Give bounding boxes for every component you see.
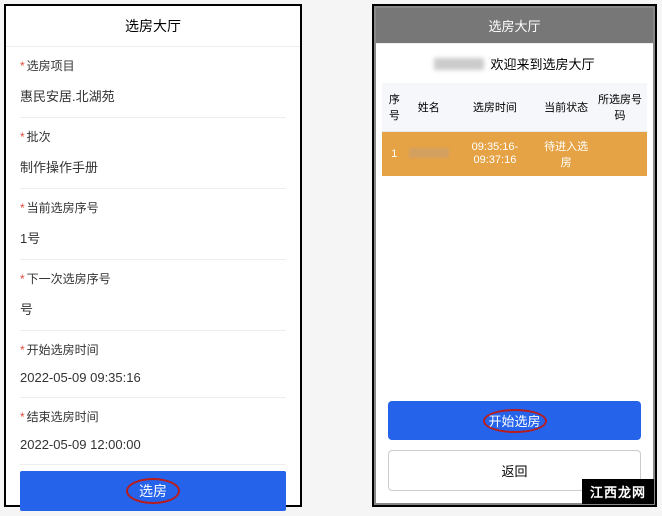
spacer [376, 176, 653, 401]
required-icon: * [20, 410, 25, 424]
required-icon: * [20, 130, 25, 144]
left-phone-frame: 选房大厅 *选房项目 惠民安居.北湖苑 *批次 制作操作手册 *当前选房序号 1… [4, 4, 302, 507]
required-icon: * [20, 59, 25, 73]
cell-time: 09:35:16-09:37:16 [451, 132, 539, 177]
table-row: 1 09:35:16-09:37:16 待进入选房 [382, 132, 647, 177]
field-label: *开始选房时间 [20, 341, 286, 358]
right-header-title: 选房大厅 [376, 8, 653, 44]
th-name: 姓名 [407, 83, 451, 132]
left-header-title: 选房大厅 [6, 6, 300, 47]
field-value: 惠民安居.北湖苑 [20, 86, 286, 111]
field-value: 制作操作手册 [20, 157, 286, 182]
field-end-time: *结束选房时间 2022-05-09 12:00:00 [20, 398, 286, 465]
cell-room [593, 132, 647, 177]
table-header: 序号 姓名 选房时间 当前状态 所选房号码 [382, 83, 647, 132]
right-inner: 选房大厅 欢迎来到选房大厅 序号 姓名 选房时间 当前状态 所选房号码 1 [376, 8, 653, 503]
field-value: 1号 [20, 228, 286, 253]
blurred-username [434, 58, 484, 70]
button-label: 返回 [501, 464, 527, 479]
select-room-button[interactable]: 选房 [20, 471, 286, 511]
field-next-seq: *下一次选房序号 号 [20, 260, 286, 331]
field-batch: *批次 制作操作手册 [20, 118, 286, 189]
welcome-text: 欢迎来到选房大厅 [490, 54, 594, 73]
field-start-time: *开始选房时间 2022-05-09 09:35:16 [20, 331, 286, 398]
field-label: *下一次选房序号 [20, 270, 286, 287]
selection-table: 序号 姓名 选房时间 当前状态 所选房号码 1 09:35:16-09:37:1… [382, 83, 647, 176]
th-time: 选房时间 [451, 83, 539, 132]
watermark: 江西龙网 [582, 479, 654, 504]
field-current-seq: *当前选房序号 1号 [20, 189, 286, 260]
button-label: 开始选房 [488, 414, 540, 429]
button-label: 选房 [139, 483, 167, 499]
th-room: 所选房号码 [593, 83, 647, 132]
field-project: *选房项目 惠民安居.北湖苑 [20, 47, 286, 118]
start-select-button[interactable]: 开始选房 [388, 401, 641, 440]
field-value: 2022-05-09 09:35:16 [20, 370, 286, 391]
field-label: *批次 [20, 128, 286, 145]
cell-name [407, 132, 451, 177]
welcome-bar: 欢迎来到选房大厅 [376, 44, 653, 83]
field-value: 2022-05-09 12:00:00 [20, 437, 286, 458]
left-content: *选房项目 惠民安居.北湖苑 *批次 制作操作手册 *当前选房序号 1号 *下一… [6, 47, 300, 465]
cell-status: 待进入选房 [539, 132, 593, 177]
field-value: 号 [20, 299, 286, 324]
right-phone-frame: 选房大厅 欢迎来到选房大厅 序号 姓名 选房时间 当前状态 所选房号码 1 [372, 4, 657, 507]
th-seq: 序号 [382, 83, 407, 132]
required-icon: * [20, 201, 25, 215]
required-icon: * [20, 343, 25, 357]
cell-seq: 1 [382, 132, 407, 177]
field-label: *当前选房序号 [20, 199, 286, 216]
field-label: *选房项目 [20, 57, 286, 74]
th-status: 当前状态 [539, 83, 593, 132]
blurred-name [409, 148, 449, 158]
field-label: *结束选房时间 [20, 408, 286, 425]
required-icon: * [20, 272, 25, 286]
